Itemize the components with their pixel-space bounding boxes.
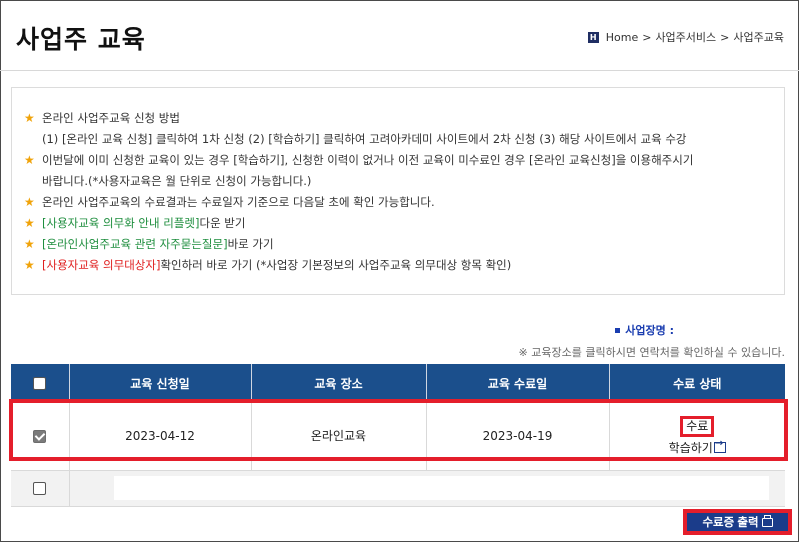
breadcrumb-employer-service[interactable]: 사업주서비스 [655,29,716,45]
notice-item: ★ 온라인 사업주교육의 수료결과는 수료일자 기준으로 다음달 초에 확인 가… [24,191,784,212]
print-certificate-label: 수료증 출력 [702,517,759,529]
breadcrumb-separator: > [720,30,730,44]
row-select-cell [11,402,70,471]
breadcrumb-separator: > [642,30,652,44]
square-bullet-icon [615,327,621,333]
notice-item: ★ 이번달에 이미 신청한 교육이 있는 경우 [학습하기], 신청한 이력이 … [24,149,784,170]
column-header-status: 수료 상태 [609,364,785,402]
notice-text: 온라인 사업주교육 신청 방법 [42,110,180,125]
column-header-complete-date: 교육 수료일 [426,364,610,402]
empty-row-content [113,476,769,500]
notice-text: 온라인 사업주교육의 수료결과는 수료일자 기준으로 다음달 초에 확인 가능합… [42,194,435,209]
notice-text: (1) [온라인 교육 신청] 클릭하여 1차 신청 (2) [학습하기] 클릭… [42,131,687,146]
education-table: 교육 신청일 교육 장소 교육 수료일 수료 상태 2023-04-12 온라인… [11,364,785,507]
star-icon: ★ [24,110,35,125]
notice-text: 확인하러 바로 가기 (*사업장 기본정보의 사업주교육 의무대상 항목 확인) [160,257,512,272]
complete-date-cell: 2023-04-19 [426,402,610,471]
breadcrumb-employer-education[interactable]: 사업주교육 [733,29,784,45]
status-badge: 수료 [680,415,715,437]
star-icon: ★ [24,257,35,272]
table-row [11,470,785,507]
study-link[interactable]: 학습하기 [610,438,786,456]
column-header-apply-date: 교육 신청일 [69,364,252,402]
notice-item: ★ [온라인사업주교육 관련 자주묻는질문] 바로 가기 [24,233,784,254]
enter-icon[interactable] [713,438,726,453]
notice-item: 바랍니다.(*사용자교육은 월 단위로 신청이 가능합니다.) [24,170,784,191]
notice-text: 다운 받기 [199,215,246,230]
star-icon: ★ [24,236,35,251]
study-link-label[interactable]: 학습하기 [669,439,713,456]
notice-item: (1) [온라인 교육 신청] 클릭하여 1차 신청 (2) [학습하기] 클릭… [24,128,784,149]
row-checkbox[interactable] [33,482,47,495]
home-icon: H [587,31,599,43]
star-icon: ★ [24,152,35,167]
breadcrumb-home[interactable]: Home [606,31,638,44]
print-button-highlight: 수료증 출력 [683,509,792,535]
mandatory-target-link[interactable]: [사용자교육 의무대상자] [42,257,160,273]
print-certificate-button[interactable]: 수료증 출력 [687,513,788,531]
notice-text: 바랍니다.(*사용자교육은 월 단위로 신청이 가능합니다.) [42,173,312,188]
table-header-row: 교육 신청일 교육 장소 교육 수료일 수료 상태 [11,364,785,402]
notice-text: 이번달에 이미 신청한 교육이 있는 경우 [학습하기], 신청한 이력이 없거… [42,152,694,167]
select-all-checkbox[interactable] [33,377,47,390]
star-icon: ★ [24,194,35,209]
star-icon: ★ [24,215,35,230]
notice-box: ★ 온라인 사업주교육 신청 방법 (1) [온라인 교육 신청] 클릭하여 1… [11,87,785,295]
leaflet-download-link[interactable]: [사용자교육 의무화 안내 리플렛] [42,215,199,231]
company-name-text: 사업장명 : [625,324,674,337]
notice-item: ★ 온라인 사업주교육 신청 방법 [24,107,784,128]
place-cell[interactable]: 온라인교육 [251,402,427,471]
breadcrumb: H Home > 사업주서비스 > 사업주교육 [587,29,784,45]
column-header-place: 교육 장소 [251,364,427,402]
select-all-header [11,364,70,402]
company-name-label: 사업장명 : [615,322,674,338]
notice-item: ★ [사용자교육 의무화 안내 리플렛] 다운 받기 [24,212,784,233]
contact-hint: ※ 교육장소를 클릭하시면 연락처를 확인하실 수 있습니다. [518,346,785,359]
status-cell: 수료 학습하기 [609,402,786,471]
printer-icon [761,514,773,527]
apply-date-cell: 2023-04-12 [69,402,252,471]
page-title: 사업주 교육 [16,25,146,54]
faq-link[interactable]: [온라인사업주교육 관련 자주묻는질문] [42,236,228,252]
notice-text: 바로 가기 [227,236,274,251]
empty-row-cell [69,470,785,507]
row-select-cell [11,470,70,507]
notice-item: ★ [사용자교육 의무대상자] 확인하러 바로 가기 (*사업장 기본정보의 사… [24,254,784,275]
row-checkbox[interactable] [33,429,47,443]
table-row: 2023-04-12 온라인교육 2023-04-19 수료 학습하기 [11,402,786,471]
title-divider [0,70,799,71]
